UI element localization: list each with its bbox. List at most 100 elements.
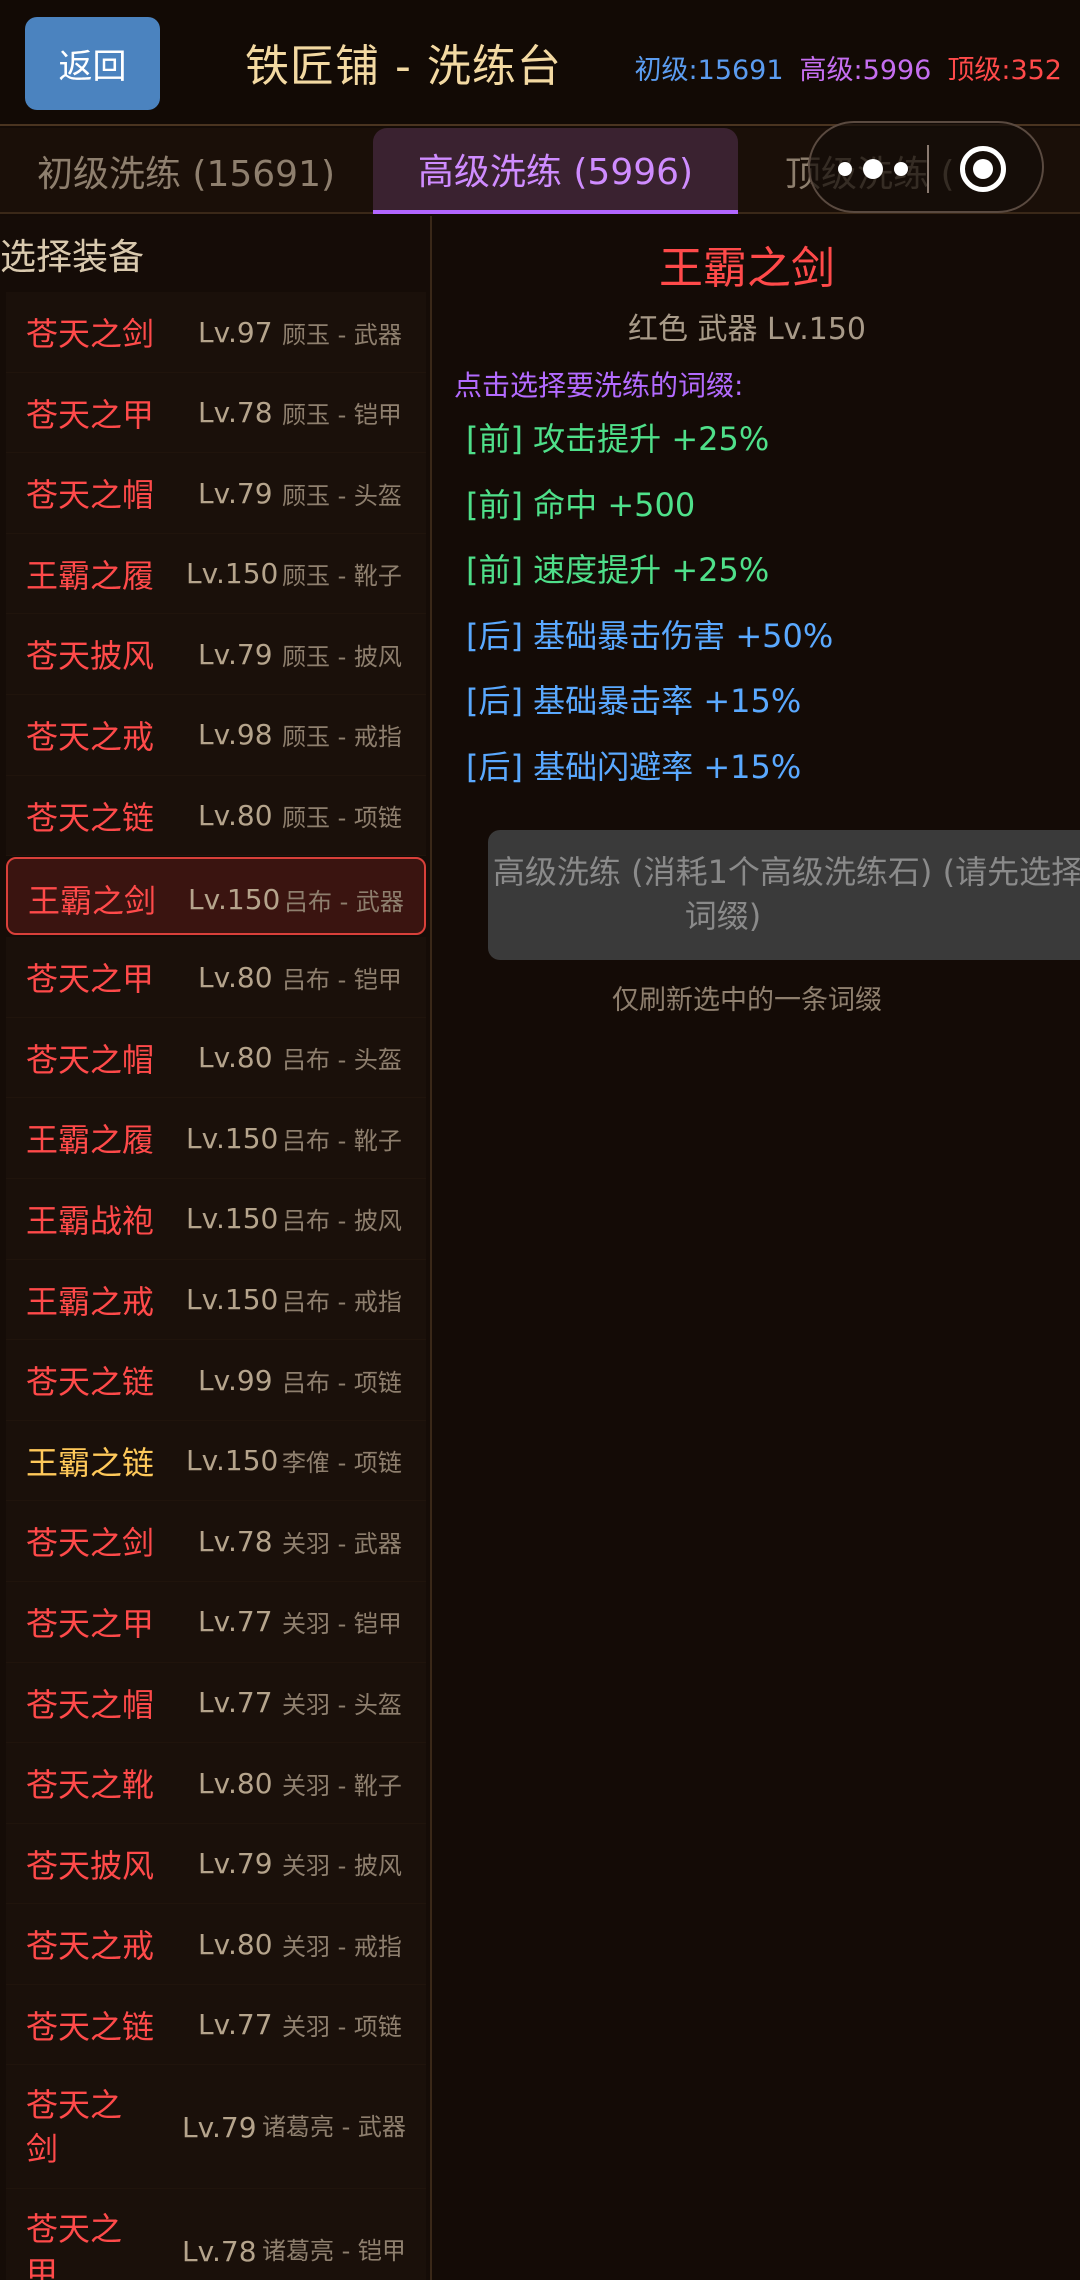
equipment-panel: 选择装备 苍天之剑 Lv.97 顾玉 - 武器 苍天之甲 Lv.78 顾玉 - 铠甲 苍天之…: [0, 216, 432, 2280]
equipment-owner: 关羽 - 铠甲: [282, 1610, 402, 1639]
equipment-name: 苍天披风: [26, 1846, 155, 1885]
more-menu-icon[interactable]: [838, 149, 908, 189]
equipment-section-title: 选择装备: [0, 237, 145, 278]
affix-option[interactable]: [后] 基础闪避率 +15%: [466, 742, 801, 788]
equipment-owner: 关羽 - 靴子: [282, 1771, 402, 1800]
equipment-name: 苍天之甲: [26, 395, 155, 434]
equipment-row[interactable]: 苍天之甲 Lv.78 顾玉 - 铠甲: [6, 372, 426, 454]
equipment-level: Lv.79: [182, 2110, 257, 2144]
selected-item-meta: 红色 武器 Lv.150: [627, 312, 866, 347]
refine-button-label-2: 词缀): [684, 897, 762, 935]
equipment-owner: 顾玉 - 披风: [282, 642, 402, 671]
equipment-row[interactable]: 苍天之帽 Lv.79 顾玉 - 头盔: [6, 453, 426, 534]
tab-advanced-refine[interactable]: 高级洗练 (5996): [373, 128, 738, 214]
affix-option[interactable]: [前] 命中 +500: [466, 480, 695, 526]
back-button[interactable]: 返回: [25, 17, 160, 110]
equipment-row[interactable]: 苍天之剑 Lv.78 关羽 - 武器: [6, 1501, 426, 1582]
equipment-owner: 吕布 - 披风: [282, 1207, 402, 1236]
equipment-row[interactable]: 王霸战袍 Lv.150 吕布 - 披风: [6, 1178, 426, 1260]
equipment-name: 苍天之链: [26, 1363, 155, 1402]
equipment-name: 王霸之链: [26, 1443, 155, 1482]
equipment-row[interactable]: 王霸之履 Lv.150 吕布 - 靴子: [6, 1098, 426, 1179]
equipment-level: Lv.78: [182, 2234, 257, 2268]
equipment-level: Lv.150: [186, 1283, 279, 1317]
equipment-row[interactable]: 王霸之剑 Lv.150 吕布 - 武器: [6, 857, 426, 936]
equipment-name: 苍天之帽: [26, 476, 155, 515]
equipment-row[interactable]: 苍天之戒 Lv.98 顾玉 - 戒指: [6, 694, 426, 776]
equipment-name: 王霸之履: [26, 556, 155, 595]
equipment-row[interactable]: 苍天之剑 Lv.79 诸葛亮 - 武器: [6, 2065, 426, 2190]
affix-option[interactable]: [后] 基础暴击率 +15%: [466, 676, 801, 722]
equipment-name: 王霸之剑: [28, 882, 157, 921]
affix-option[interactable]: [后] 基础暴击伤害 +50%: [466, 611, 833, 657]
miniprogram-capsule: [808, 121, 1044, 213]
equipment-name: 苍天披风: [26, 637, 155, 676]
equipment-level: Lv.77: [198, 2008, 273, 2042]
equipment-owner: 顾玉 - 项链: [282, 804, 402, 833]
equipment-row[interactable]: 苍天之戒 Lv.80 关羽 - 戒指: [6, 1904, 426, 1985]
equipment-owner: 吕布 - 武器: [284, 887, 404, 916]
equipment-row[interactable]: 苍天之链 Lv.80 顾玉 - 项链: [6, 775, 426, 857]
page-title: 铁匠铺 - 洗练台: [245, 41, 562, 92]
equipment-row[interactable]: 王霸之履 Lv.150 顾玉 - 靴子: [6, 533, 426, 615]
equipment-name: 王霸之戒: [26, 1282, 155, 1321]
equipment-level: Lv.150: [186, 1202, 279, 1236]
equipment-name: 王霸之履: [26, 1121, 155, 1160]
equipment-name: 苍天之甲: [26, 1604, 155, 1643]
equipment-owner: 关羽 - 戒指: [282, 1932, 402, 1961]
equipment-row[interactable]: 苍天之甲 Lv.80 吕布 - 铠甲: [6, 937, 426, 1018]
equipment-level: Lv.80: [198, 1041, 273, 1075]
equipment-name: 苍天之链: [26, 798, 155, 837]
equipment-owner: 顾玉 - 戒指: [282, 723, 402, 752]
equipment-name: 苍天之戒: [26, 717, 155, 756]
equipment-row[interactable]: 苍天之帽 Lv.77 关羽 - 头盔: [6, 1662, 426, 1744]
equipment-owner: 关羽 - 项链: [282, 2013, 402, 2042]
equipment-level: Lv.78: [198, 396, 273, 430]
equipment-row[interactable]: 苍天之剑 Lv.97 顾玉 - 武器: [6, 292, 426, 373]
equipment-owner: 吕布 - 头盔: [282, 1046, 402, 1075]
equipment-row[interactable]: 苍天之甲 Lv.78 诸葛亮 - 铠甲: [6, 2189, 426, 2280]
equipment-row[interactable]: 苍天披风 Lv.79 顾玉 - 披风: [6, 614, 426, 695]
equipment-level: Lv.80: [198, 1927, 273, 1961]
equipment-level: Lv.77: [198, 1686, 273, 1719]
equipment-name: 苍天之戒: [26, 1927, 155, 1966]
equipment-level: Lv.80: [198, 960, 273, 994]
advanced-refine-button[interactable]: 高级洗练 (消耗1个高级洗练石) (请先选择 词缀): [488, 830, 1080, 960]
equipment-level: Lv.79: [198, 1847, 273, 1881]
equipment-owner: 吕布 - 铠甲: [282, 965, 402, 994]
equipment-row[interactable]: 苍天之链 Lv.99 吕布 - 项链: [6, 1340, 426, 1421]
equipment-level: Lv.150: [186, 1121, 279, 1155]
equipment-name: 苍天之链: [26, 2007, 155, 2046]
equipment-row[interactable]: 苍天之帽 Lv.80 吕布 - 头盔: [6, 1017, 426, 1099]
affix-option[interactable]: [前] 速度提升 +25%: [466, 545, 769, 591]
capsule-divider: [927, 145, 929, 193]
equipment-owner: 顾玉 - 头盔: [282, 481, 402, 510]
equipment-level: Lv.79: [198, 476, 273, 510]
equipment-level: Lv.80: [198, 1766, 273, 1800]
equipment-name: 苍天之靴: [26, 1766, 155, 1805]
stone-counts: 初级:15691 高级:5996 顶级:352: [635, 48, 1062, 87]
equipment-owner: 关羽 - 披风: [282, 1852, 402, 1881]
equipment-row[interactable]: 苍天之甲 Lv.77 关羽 - 铠甲: [6, 1581, 426, 1663]
equipment-level: Lv.97: [198, 315, 273, 349]
equipment-owner: 吕布 - 靴子: [282, 1126, 402, 1155]
equipment-row[interactable]: 苍天之靴 Lv.80 关羽 - 靴子: [6, 1743, 426, 1824]
equipment-owner: 吕布 - 戒指: [282, 1288, 402, 1317]
close-miniprogram-icon[interactable]: [960, 146, 1006, 192]
affix-option[interactable]: [前] 攻击提升 +25%: [466, 414, 769, 460]
equipment-row[interactable]: 苍天之链 Lv.77 关羽 - 项链: [6, 1984, 426, 2066]
advanced-stone-count: 高级:5996: [799, 55, 932, 86]
equipment-owner: 吕布 - 项链: [282, 1368, 402, 1397]
equipment-row[interactable]: 王霸之链 Lv.150 李傕 - 项链: [6, 1420, 426, 1502]
equipment-level: Lv.150: [188, 882, 281, 916]
equipment-level: Lv.79: [198, 637, 273, 671]
equipment-row[interactable]: 王霸之戒 Lv.150 吕布 - 戒指: [6, 1259, 426, 1341]
equipment-owner: 诸葛亮 - 武器: [262, 2113, 406, 2142]
equipment-name: 苍天之甲: [26, 2210, 123, 2280]
equipment-owner: 顾玉 - 靴子: [282, 562, 402, 591]
tab-basic-refine[interactable]: 初级洗练 (15691): [0, 128, 372, 214]
equipment-owner: 诸葛亮 - 铠甲: [262, 2237, 406, 2266]
equipment-name: 苍天之帽: [26, 1040, 155, 1079]
refine-panel: 王霸之剑 红色 武器 Lv.150 点击选择要洗练的词缀: [前] 攻击提升 +…: [434, 216, 1080, 2280]
equipment-row[interactable]: 苍天披风 Lv.79 关羽 - 披风: [6, 1823, 426, 1905]
